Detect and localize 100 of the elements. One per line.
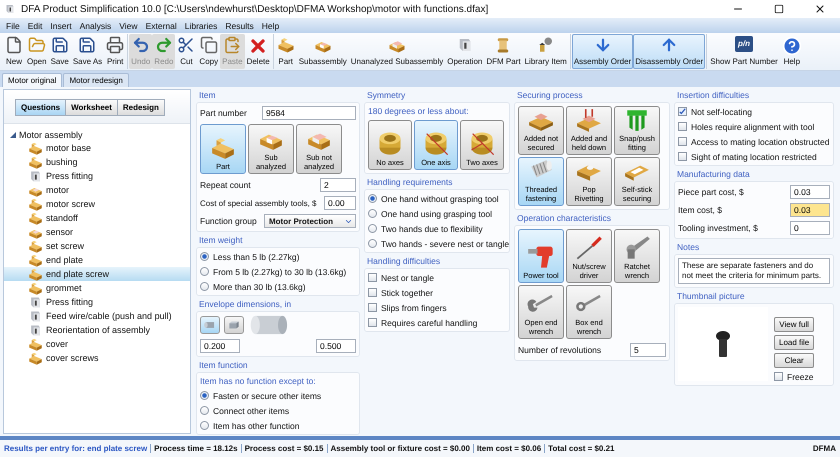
menu-item[interactable]: View [119,20,138,30]
toolbar-button[interactable]: Help [780,34,804,69]
menu-item[interactable]: Help [262,20,280,30]
toolbar-button[interactable]: Subassembly [296,34,349,69]
option-label: Nest or tangle [381,272,434,282]
toolbar-button[interactable]: Print [104,34,126,69]
toolbar-button[interactable]: Operation [445,34,484,69]
section-title: Handling requirements [366,177,454,187]
menu-item[interactable]: Analysis [80,20,112,30]
view-tab[interactable]: Redesign [116,99,165,116]
thumbnail-button[interactable]: View full [774,317,814,332]
menu-item[interactable]: Libraries [184,20,218,30]
menu-item[interactable]: File [6,20,20,30]
tree-item[interactable]: motor base [4,141,190,155]
option-label: Not self-locating [691,106,752,116]
tree-item[interactable]: Motor assembly [19,130,83,140]
notes-field[interactable]: These are separate fasteners and do not meet the criteria for minimum parts. [678,258,830,284]
option-label: Sight of mating location restricted [691,152,817,162]
menu-item[interactable]: Results [225,20,254,30]
length-field[interactable]: 0.500 [316,339,356,353]
section-title: Item weight [198,235,244,245]
tree-item[interactable]: cover screws [4,351,190,365]
menu-item[interactable]: Insert [50,20,72,30]
repeat-count-field[interactable]: 2 [320,178,356,192]
field-label: Piece part cost, $ [678,187,744,197]
toolbar-button[interactable]: Delete [244,34,272,69]
status-item: Assembly tool or fixture cost = $0.00 [326,444,473,453]
option-label: Requires careful handling [381,318,478,328]
document-tab[interactable]: Motor redesign [63,73,129,87]
menu-item[interactable]: Edit [28,20,42,30]
cost-field[interactable]: 0 [790,221,830,235]
status-label: Results per entry for: [4,444,85,453]
toolbar-button[interactable]: New [3,34,25,69]
option-label: Fasten or secure other items [213,390,322,400]
toolbar-button[interactable]: Disassembly Order [633,34,706,69]
tree-item[interactable]: standoff [4,211,190,225]
option-label: Access to mating location obstructed [691,136,830,146]
thumbnail-button[interactable]: Clear [774,353,814,368]
status-item: Item cost = $0.06 [472,444,544,453]
tree-item[interactable]: grommet [4,281,190,295]
tree-item[interactable]: Reorientation of assembly [4,323,190,337]
option-label: Less than 5 lb (2.27kg) [213,252,300,262]
option-label: From 5 lb (2.27kg) to 30 lb (13.6kg) [213,266,346,276]
toolbar-button[interactable]: p/n Show Part Number [708,34,780,69]
toolbar-button[interactable]: Open [25,34,49,69]
toolbar-button[interactable]: Save [48,34,71,69]
field-label: Cost of special assembly tools, $ [200,198,316,208]
section-title: Item function [198,360,249,370]
option-label: One hand without grasping tool [381,194,499,204]
tree-item[interactable]: cover [4,337,190,351]
tree-item[interactable]: Feed wire/cable (push and pull) [4,309,190,323]
tree-item[interactable]: motor screw [4,197,190,211]
toolbar-button[interactable]: Save As [70,34,104,69]
option-label: Two hands due to flexibility [381,224,483,234]
tree-item[interactable]: end plate screw [4,267,190,281]
option-label: Two hands - severe nest or tangle [381,238,510,248]
toolbar-button[interactable]: DFM Part [484,34,523,69]
tree-item[interactable]: Press fitting [4,295,190,309]
toolbar-button[interactable]: Copy [197,34,220,69]
section-title: Manufacturing data [676,169,751,179]
part-number-field[interactable]: 9584 [262,106,356,120]
tree-item[interactable]: sensor [4,225,190,239]
option-label: More than 30 lb (13.6kg) [213,282,306,292]
cost-field[interactable]: 0.03 [790,185,830,199]
function-group-dropdown[interactable]: Motor Protection [264,214,356,228]
toolbar-button[interactable]: Assembly Order [572,34,634,69]
tree-item[interactable]: set screw [4,239,190,253]
section-title: Thumbnail picture [676,291,746,301]
tree-item[interactable]: Press fitting [4,169,190,183]
option-label: Connect other items [213,406,290,416]
tree-item[interactable]: end plate [4,253,190,267]
window-title: DFA Product Simplification 10.0 [C:\Users\ndewhurst\Desktop\DFMA Workshop\motor with functions.dfax] [21,4,490,14]
view-tab[interactable]: Questions [15,99,66,116]
section-prompt: Item has no function except to: [200,376,317,386]
tree-item[interactable]: bushing [4,155,190,169]
section-title: Handling difficulties [366,256,442,266]
status-item: Process cost = $0.15 [240,444,327,453]
menu-item[interactable]: External [146,20,177,30]
field-label: Item cost, $ [678,205,722,215]
section-title: Symmetry [366,90,406,100]
toolbar-button[interactable]: Unanalyzed Subassembly [348,34,446,69]
section-title: Item [198,90,217,100]
toolbar-button[interactable]: Cut [175,34,198,69]
tree-item[interactable]: motor [4,183,190,197]
part-number-icon: p/n [735,36,754,52]
revolutions-field[interactable]: 5 [630,343,666,357]
toolbar-button[interactable]: Part [274,34,297,69]
document-tab[interactable]: Motor original [2,73,62,87]
section-title: Envelope dimensions, in [198,299,292,309]
diameter-field[interactable]: 0.200 [200,339,240,353]
thumbnail-button[interactable]: Load file [774,335,814,350]
cost-field[interactable]: 0.03 [790,203,830,217]
option-label: Stick together [381,288,433,298]
view-tab[interactable]: Worksheet [65,99,118,116]
field-label: Number of revolutions [518,345,602,355]
toolbar-button[interactable]: Library Item [522,34,569,69]
section-title: Operation characteristics [516,213,612,223]
section-title: Securing process [516,90,584,100]
section-title: Insertion difficulties [676,90,750,100]
tool-cost-field[interactable]: 0.00 [324,196,356,210]
